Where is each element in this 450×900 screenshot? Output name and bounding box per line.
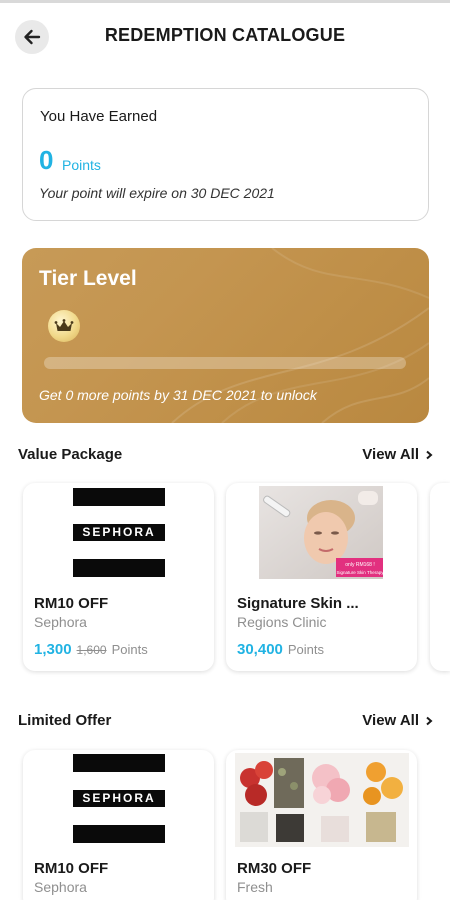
price-row: 30,400 Points [237, 641, 324, 658]
product-card[interactable]: only RM168 ! Signature Skin Therapy Sign… [226, 483, 417, 671]
limited-offer-header: Limited Offer View All [18, 712, 433, 734]
logo-text: SEPHORA [73, 790, 165, 807]
chevron-right-icon [426, 716, 433, 725]
section-title: Limited Offer [18, 712, 112, 729]
chevron-right-icon [426, 450, 433, 459]
points-unit-label: Points [62, 157, 101, 173]
points-earned-card: You Have Earned [22, 88, 429, 221]
points-unit: Points [111, 642, 148, 657]
product-brand: Regions Clinic [237, 614, 327, 630]
tier-unlock-text: Get 0 more points by 31 DEC 2021 to unlo… [39, 387, 317, 403]
tier-progress-bar [44, 357, 406, 369]
value-package-header: Value Package View All [18, 446, 433, 468]
points-value: 0 [39, 145, 54, 175]
sephora-logo-image: SEPHORA [23, 483, 214, 583]
product-brand: Sephora [34, 614, 87, 630]
tier-level-card: Tier Level Get 0 more points by 31 DEC 2… [22, 248, 429, 423]
points-expiry-text: Your point will expire on 30 DEC 2021 [39, 185, 275, 201]
sephora-logo-image: SEPHORA [23, 750, 214, 850]
product-card[interactable]: SEPHORA RM10 OFF Sephora [23, 750, 214, 900]
promo-banner-line2: Signature Skin Therapy [337, 570, 385, 575]
points-unit: Points [287, 642, 325, 657]
product-title: RM10 OFF [34, 595, 109, 612]
view-all-label: View All [362, 712, 419, 729]
skincare-ingredients-photo [235, 753, 409, 847]
logo-text: SEPHORA [73, 524, 165, 541]
page-title: REDEMPTION CATALOGUE [104, 25, 346, 45]
earned-title: You Have Earned [40, 108, 158, 125]
original-price: 1,600 [76, 643, 107, 657]
product-card[interactable]: RM30 OFF Fresh [226, 750, 417, 900]
view-all-label: View All [362, 446, 419, 463]
tier-title: Tier Level [39, 267, 137, 290]
crown-icon [54, 319, 74, 331]
crown-badge [48, 310, 80, 342]
app-header: REDEMPTION CATALOGUE [0, 3, 450, 67]
skin-therapy-image: only RM168 ! Signature Skin Therapy [226, 483, 417, 583]
next-card-peek[interactable] [430, 483, 450, 671]
price-row: 1,300 1,600 Points [34, 641, 148, 658]
price-points: 1,300 [34, 641, 72, 658]
promo-banner-line1: only RM168 ! [345, 562, 374, 568]
product-brand: Fresh [237, 879, 273, 895]
product-title: Signature Skin ... [237, 595, 359, 612]
fresh-products-image [226, 750, 417, 850]
product-brand: Sephora [34, 879, 87, 895]
view-all-value-package[interactable]: View All [362, 446, 433, 463]
product-title: RM10 OFF [34, 860, 109, 877]
product-card[interactable]: SEPHORA RM10 OFF Sephora 1,300 1,600 Poi… [23, 483, 214, 671]
sephora-logo: SEPHORA [73, 488, 165, 577]
section-title: Value Package [18, 446, 123, 463]
view-all-limited-offer[interactable]: View All [362, 712, 433, 729]
facial-treatment-photo: only RM168 ! Signature Skin Therapy [259, 486, 385, 579]
sephora-logo: SEPHORA [73, 754, 165, 843]
price-points: 30,400 [237, 641, 283, 658]
product-title: RM30 OFF [237, 860, 312, 877]
